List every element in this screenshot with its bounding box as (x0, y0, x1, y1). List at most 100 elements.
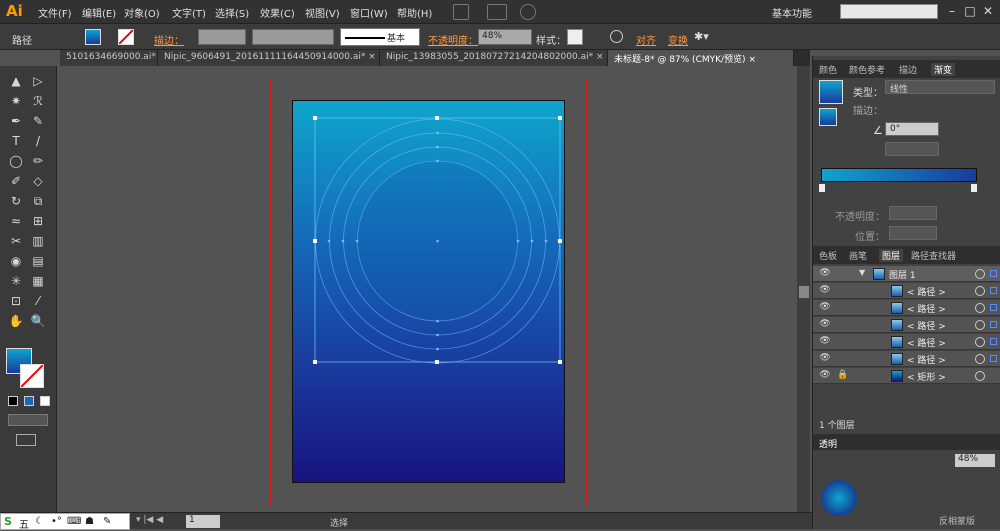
gradient-location-field[interactable] (889, 226, 937, 240)
selection-indicator[interactable] (990, 355, 997, 362)
keyboard-icon[interactable]: ⌨ (67, 516, 81, 527)
workspace-switcher[interactable]: 基本功能 (772, 5, 812, 20)
visibility-eye-icon[interactable]: 👁 (819, 336, 831, 348)
angle-field[interactable]: 0° (885, 122, 939, 136)
stroke-color-box[interactable] (20, 364, 44, 388)
maximize-button[interactable]: □ (962, 4, 978, 19)
transform-link[interactable]: 变换 (668, 32, 688, 47)
layer-name[interactable]: < 路径 > (907, 302, 946, 315)
recolor-icon[interactable] (610, 30, 623, 43)
layer-name[interactable]: < 矩形 > (907, 370, 946, 383)
tab-stroke[interactable]: 描边 (899, 63, 917, 76)
tool-6-icon[interactable]: T (6, 132, 26, 150)
visibility-eye-icon[interactable]: 👁 (819, 268, 831, 280)
tool-22-icon[interactable]: ⊡ (6, 292, 26, 310)
tool-10-icon[interactable]: ✐ (6, 172, 26, 190)
graphic-style-swatch[interactable] (567, 29, 583, 45)
target-icon[interactable] (975, 303, 985, 313)
transparency-opacity-field[interactable]: 48% (955, 454, 995, 467)
visibility-eye-icon[interactable]: 👁 (819, 353, 831, 365)
moon-icon[interactable]: ☾ (35, 516, 44, 527)
tab-close-icon[interactable]: × (596, 52, 604, 62)
gradient-preview-swatch[interactable] (819, 80, 843, 104)
ime-toolbar[interactable]: S 五 ☾ •° ⌨ ☗ ✎ (0, 513, 130, 531)
menu-view[interactable]: 视图(V) (305, 5, 340, 20)
tools-icon[interactable]: ✎ (103, 516, 111, 527)
tab-gradient[interactable]: 渐变 (931, 63, 956, 76)
visibility-eye-icon[interactable]: 👁 (819, 319, 831, 331)
tool-9-icon[interactable]: ✏ (28, 152, 48, 170)
gradient-stop-right[interactable] (971, 184, 977, 192)
layer-row-6[interactable]: 👁 < 路径 > (813, 351, 1000, 367)
layer-row-2[interactable]: 👁 < 路径 > (813, 283, 1000, 299)
layer-name[interactable]: < 路径 > (907, 319, 946, 332)
aspect-ratio-field[interactable] (885, 142, 939, 156)
menu-object[interactable]: 对象(O) (124, 5, 160, 20)
screen-mode-button[interactable] (16, 434, 36, 446)
layer-name[interactable]: < 路径 > (907, 336, 946, 349)
target-icon[interactable] (975, 320, 985, 330)
vertical-scroll-thumb[interactable] (799, 286, 809, 298)
tab-layers[interactable]: 图层 (879, 249, 904, 262)
tool-3-icon[interactable]: ℛ (28, 92, 48, 110)
target-icon[interactable] (975, 286, 985, 296)
punctuation-icon[interactable]: •° (51, 516, 62, 527)
gradient-opacity-field[interactable] (889, 206, 937, 220)
selection-indicator[interactable] (990, 287, 997, 294)
tab-close-icon[interactable]: × (368, 52, 376, 62)
tab-swatches[interactable]: 色板 (819, 249, 837, 262)
target-icon[interactable] (975, 337, 985, 347)
tool-2-icon[interactable]: ✷ (6, 92, 26, 110)
gradient-stop-left[interactable] (819, 184, 825, 192)
arrange-documents-icon[interactable] (487, 4, 507, 20)
layer-name[interactable]: < 路径 > (907, 353, 946, 366)
tool-19-icon[interactable]: ▤ (28, 252, 48, 270)
layer-row-1[interactable]: 👁 ▼ 图层 1 (813, 266, 1000, 282)
target-icon[interactable] (975, 269, 985, 279)
none-mode-button[interactable] (40, 396, 50, 406)
search-input[interactable] (840, 4, 938, 19)
gradient-fill-box[interactable] (819, 108, 837, 126)
menu-help[interactable]: 帮助(H) (397, 5, 432, 20)
layer-row-3[interactable]: 👁 < 路径 > (813, 300, 1000, 316)
stroke-swatch[interactable] (118, 29, 134, 45)
menu-window[interactable]: 窗口(W) (350, 5, 388, 20)
tool-24-icon[interactable]: ✋ (6, 312, 26, 330)
layer-row-7[interactable]: 👁 🔒 < 矩形 > (813, 368, 1000, 384)
drawing-modes[interactable] (8, 414, 48, 426)
tab-color-guide[interactable]: 颜色参考 (849, 63, 885, 76)
align-link[interactable]: 对齐 (636, 32, 656, 47)
tool-21-icon[interactable]: ▦ (28, 272, 48, 290)
gradient-type-select[interactable]: 线性 (885, 80, 995, 95)
opacity-field[interactable]: 48% (478, 29, 532, 45)
tab-color[interactable]: 颜色 (819, 63, 837, 76)
layer-name[interactable]: 图层 1 (889, 268, 916, 281)
target-icon[interactable] (975, 371, 985, 381)
menu-file[interactable]: 文件(F) (38, 5, 72, 20)
tool-14-icon[interactable]: ≈ (6, 212, 26, 230)
brush-definition[interactable]: 基本 (340, 28, 420, 46)
close-button[interactable]: ✕ (980, 4, 996, 19)
transparency-thumbnail[interactable] (821, 480, 857, 516)
tab-pathfinder[interactable]: 路径查找器 (911, 249, 956, 262)
visibility-eye-icon[interactable]: 👁 (819, 302, 831, 314)
menu-effect[interactable]: 效果(C) (260, 5, 295, 20)
gradient-mode-button[interactable] (24, 396, 34, 406)
tab-document-active[interactable]: 未标题-8* @ 87% (CMYK/预览) × (608, 50, 794, 66)
tool-16-icon[interactable]: ✂ (6, 232, 26, 250)
tool-20-icon[interactable]: ✳ (6, 272, 26, 290)
menu-type[interactable]: 文字(T) (172, 5, 206, 20)
isolate-icon[interactable]: ✱▾ (694, 30, 709, 43)
gradient-slider[interactable] (821, 168, 977, 182)
gpu-performance-icon[interactable] (520, 4, 536, 20)
color-mode-button[interactable] (8, 396, 18, 406)
first-artboard-icon[interactable]: ▾ |◀ ◀ (136, 515, 163, 525)
layer-row-5[interactable]: 👁 < 路径 > (813, 334, 1000, 350)
selection-indicator[interactable] (990, 304, 997, 311)
layer-row-4[interactable]: 👁 < 路径 > (813, 317, 1000, 333)
layer-name[interactable]: < 路径 > (907, 285, 946, 298)
expand-arrow-icon[interactable]: ▼ (859, 268, 865, 277)
artboard[interactable] (292, 100, 565, 483)
opacity-link[interactable]: 不透明度： (428, 32, 478, 47)
minimize-button[interactable]: – (944, 4, 960, 19)
